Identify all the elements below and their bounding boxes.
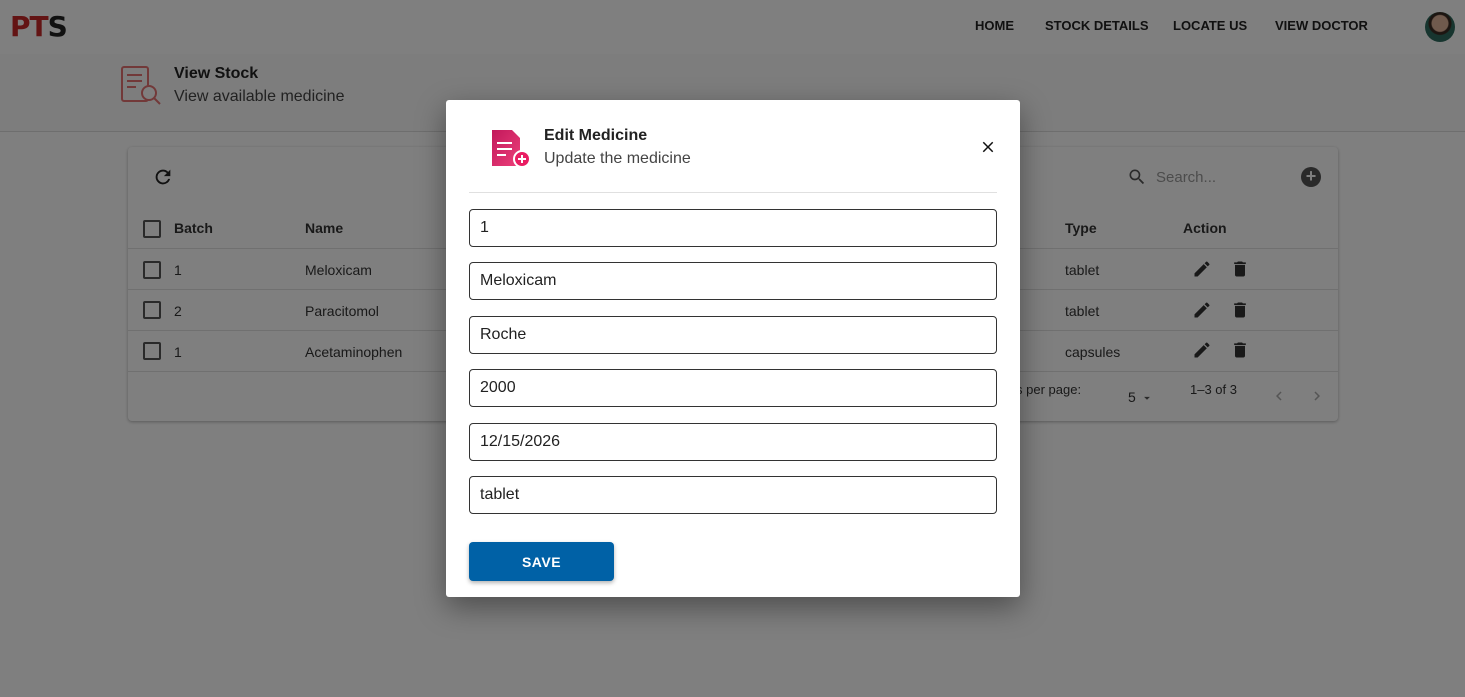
manufacturer-field[interactable] (469, 316, 997, 354)
medicine-document-icon (492, 130, 531, 168)
medicine-name-field[interactable] (469, 262, 997, 300)
type-field[interactable] (469, 476, 997, 514)
quantity-field[interactable] (469, 369, 997, 407)
close-icon[interactable] (979, 138, 997, 156)
edit-medicine-dialog: Edit Medicine Update the medicine SAVE (446, 100, 1020, 597)
save-button[interactable]: SAVE (469, 542, 614, 581)
dialog-divider (469, 192, 997, 193)
expiry-date-field[interactable] (469, 423, 997, 461)
dialog-title: Edit Medicine (544, 127, 648, 144)
dialog-subtitle: Update the medicine (544, 150, 691, 167)
batch-field[interactable] (469, 209, 997, 247)
